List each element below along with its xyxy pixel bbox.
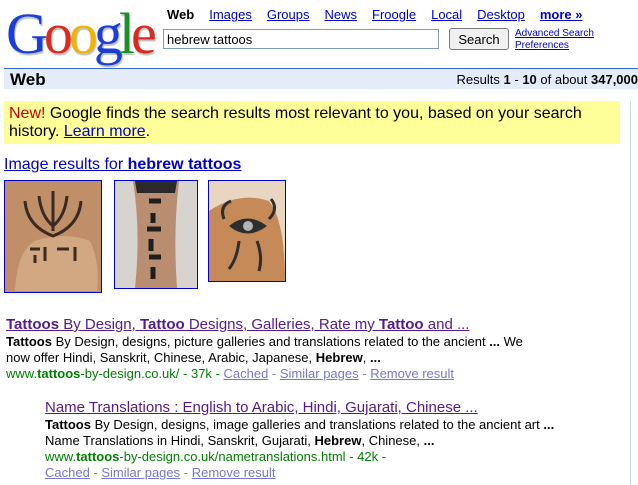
preferences-link[interactable]: Preferences (515, 40, 594, 52)
logo-letter: G (6, 1, 48, 66)
logo-letter: o (68, 1, 98, 66)
logo-letter: l (118, 1, 135, 66)
image-results-link[interactable]: Image results for hebrew tattoos (4, 156, 241, 173)
remove-result-link[interactable]: Remove result (192, 465, 276, 480)
result-url: -by-design.co.uk/nametranslations.html (119, 449, 346, 464)
snippet-term: Tattoos (6, 334, 52, 349)
notice-new-label: New! (9, 105, 46, 122)
tab-web: Web (167, 7, 195, 22)
results-range-start: 1 (503, 72, 511, 87)
tab-news[interactable]: News (325, 7, 358, 22)
result-title-link[interactable]: Tattoos By Design, Tattoo Designs, Galle… (6, 316, 469, 333)
tab-more[interactable]: more » (540, 7, 583, 22)
result-meta: www.tattoos-by-design.co.uk/nametranslat… (45, 449, 386, 464)
tab-images[interactable]: Images (209, 7, 252, 22)
tattoo-arm-image (115, 181, 197, 288)
result-title-link[interactable]: Name Translations : English to Arabic, H… (45, 399, 478, 416)
web-heading: Web (10, 70, 46, 89)
result-url: -by-design.co.uk/ (80, 366, 180, 381)
image-thumbnail[interactable] (4, 180, 102, 293)
image-results-prefix: Image results for (4, 156, 128, 173)
tattoo-flame-image (5, 181, 101, 292)
tattoo-eye-image (209, 181, 285, 281)
separator: - (358, 366, 371, 381)
snippet-text: now offer Hindi, Sanskrit, Chinese, Arab… (6, 350, 316, 365)
snippet-text: By Design, designs, image galleries and … (90, 417, 544, 432)
result-size: - 42k - (345, 449, 387, 464)
cached-link[interactable]: Cached (223, 366, 268, 381)
title-term: Tattoos (6, 316, 60, 333)
result-url: www. (6, 366, 38, 381)
snippet-text: By Design, designs, picture galleries an… (51, 334, 490, 349)
snippet-text: , (362, 350, 370, 365)
image-thumbnail[interactable] (114, 180, 198, 289)
results-count: Results 1 - 10 of about 347,000 (457, 72, 638, 87)
logo-letter: g (93, 1, 123, 66)
search-tabs: Web Images Groups News Froogle Local Desktop mo… (167, 7, 598, 22)
results-bar: Web Results 1 - 10 of about 347,000 (4, 68, 638, 89)
similar-pages-link[interactable]: Similar pages (280, 366, 359, 381)
advanced-search-link[interactable]: Advanced Search (515, 28, 594, 40)
result-url-term: tattoos (37, 366, 81, 381)
separator: - (180, 465, 192, 480)
result-snippet: Tattoos By Design, designs, image galler… (45, 417, 554, 449)
advanced-links: Advanced Search Preferences (515, 28, 594, 52)
snippet-text: We (500, 334, 523, 349)
results-dash: - (510, 72, 523, 87)
image-thumbnail[interactable] (208, 180, 286, 282)
result-meta: www.tattoos-by-design.co.uk/ - 37k - Cac… (6, 366, 454, 381)
title-term: Tattoo (378, 316, 424, 333)
logo-letter: e (131, 1, 157, 66)
cached-link[interactable]: Cached (45, 465, 90, 480)
result-snippet: Tattoos By Design, designs, picture gall… (6, 334, 523, 366)
snippet-term: Hebrew (315, 350, 363, 365)
tab-froogle[interactable]: Froogle (372, 7, 416, 22)
result-size: - 37k - (179, 366, 224, 381)
snippet-ellipsis: ... (543, 417, 555, 432)
result-links: Cached - Similar pages - Remove result (45, 465, 276, 480)
tab-desktop[interactable]: Desktop (477, 7, 525, 22)
separator: - (89, 465, 102, 480)
snippet-ellipsis: ... (423, 433, 435, 448)
google-logo[interactable]: Google (6, 5, 157, 63)
snippet-ellipsis: ... (369, 350, 381, 365)
similar-pages-link[interactable]: Similar pages (101, 465, 180, 480)
result-url: www. (45, 449, 77, 464)
snippet-term: Hebrew (314, 433, 362, 448)
title-text: Designs, Galleries, Rate my (184, 316, 379, 333)
tab-groups[interactable]: Groups (267, 7, 310, 22)
tab-local[interactable]: Local (431, 7, 462, 22)
results-range-end: 10 (522, 72, 537, 87)
right-divider (630, 101, 631, 485)
snippet-term: Tattoos (45, 417, 91, 432)
title-text: and ... (423, 316, 470, 333)
results-of-about: of about (536, 72, 591, 87)
snippet-text: , Chinese, (361, 433, 424, 448)
remove-result-link[interactable]: Remove result (370, 366, 454, 381)
title-term: Tattoo (139, 316, 185, 333)
snippet-ellipsis: ... (489, 334, 501, 349)
search-input[interactable] (163, 29, 439, 49)
personalization-notice: New! Google finds the search results mos… (4, 101, 620, 144)
separator: - (268, 366, 280, 381)
logo-letter: o (43, 1, 73, 66)
learn-more-link[interactable]: Learn more (64, 123, 146, 140)
result-url-term: tattoos (76, 449, 120, 464)
results-total: 347,000 (591, 72, 638, 87)
image-results-heading[interactable]: Image results for hebrew tattoos (4, 156, 241, 174)
snippet-text: Name Translations in Hindi, Sanskrit, Gu… (45, 433, 315, 448)
notice-end: . (145, 123, 151, 140)
results-prefix: Results (456, 72, 504, 87)
search-button[interactable]: Search (449, 28, 509, 50)
image-results-query: hebrew tattoos (127, 156, 242, 173)
title-text: By Design, (59, 316, 140, 333)
